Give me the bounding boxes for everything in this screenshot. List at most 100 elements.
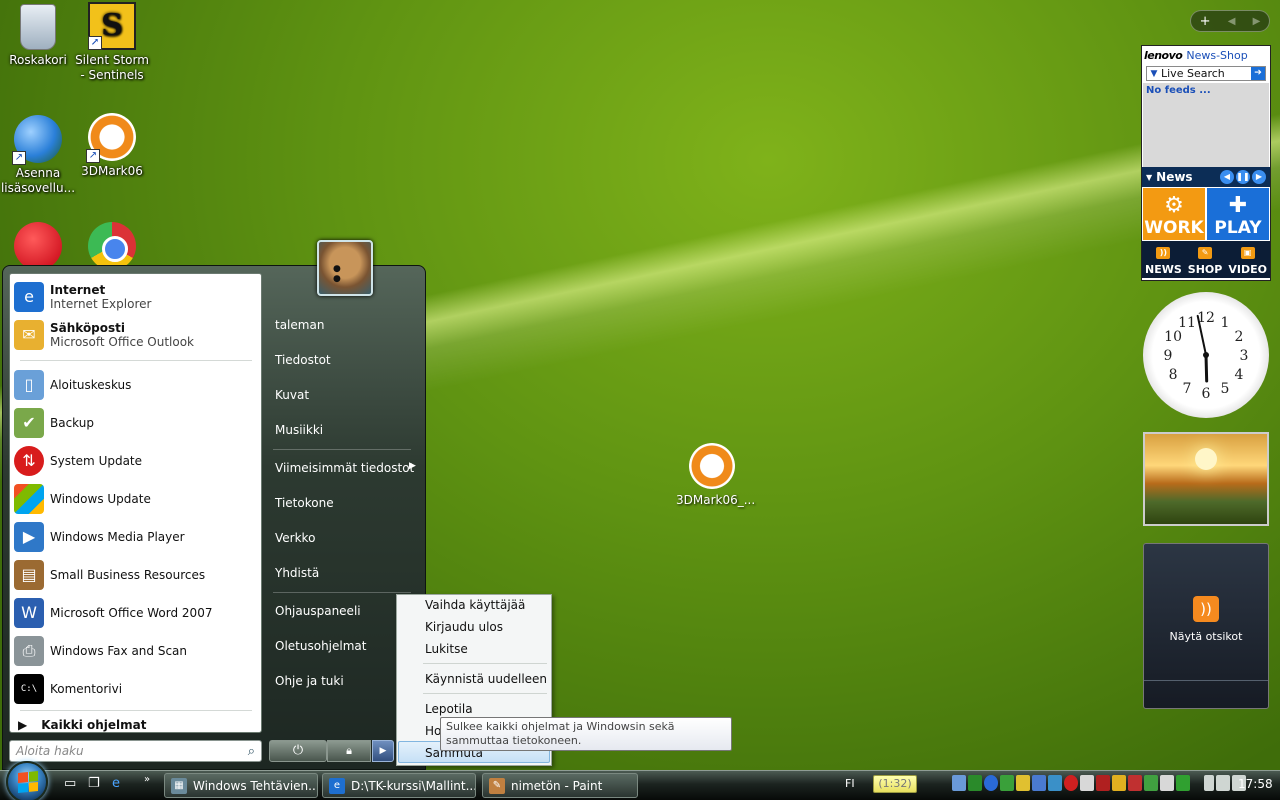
- command-prompt-icon: C:\: [14, 674, 44, 704]
- right-item-help[interactable]: Ohje ja tuki: [275, 674, 344, 688]
- menu-item-log-off[interactable]: Kirjaudu ulos: [425, 620, 503, 634]
- tray-app-icon[interactable]: [1000, 775, 1014, 791]
- desktop-icon-recycle-bin[interactable]: Roskakori: [0, 4, 76, 68]
- taskbar-button-explorer[interactable]: e D:\TK-kurssi\Mallint...: [322, 773, 476, 798]
- quick-launch-more-icon[interactable]: »: [144, 774, 150, 792]
- desktop-icon-3dmark[interactable]: ↗ 3DMark06: [74, 113, 150, 179]
- list-item-aloituskeskus[interactable]: ▯ Aloituskeskus: [14, 368, 131, 402]
- feeds-area: No feeds ...: [1143, 83, 1269, 167]
- right-item-connect[interactable]: Yhdistä: [275, 566, 319, 580]
- slideshow-gadget[interactable]: [1143, 432, 1269, 526]
- rewind-icon[interactable]: ◀: [1220, 170, 1234, 184]
- word-icon: W: [14, 598, 44, 628]
- tray-app-icon[interactable]: [1048, 775, 1062, 791]
- live-search-box[interactable]: ▼ Live Search ➔: [1146, 66, 1266, 81]
- right-item-documents[interactable]: Tiedostot: [275, 353, 331, 367]
- right-item-computer[interactable]: Tietokone: [275, 496, 334, 510]
- tray-app-icon[interactable]: [1016, 775, 1030, 791]
- start-button[interactable]: [6, 761, 48, 800]
- rss-icon: )): [1193, 596, 1219, 622]
- pinned-email[interactable]: ✉ Sähköposti Microsoft Office Outlook: [14, 316, 194, 354]
- all-programs-label: Kaikki ohjelmat: [41, 718, 147, 732]
- tray-app-icon[interactable]: [1064, 775, 1078, 791]
- right-item-default-programs[interactable]: Oletusohjelmat: [275, 639, 366, 653]
- lock-button[interactable]: 🔒︎: [327, 740, 371, 762]
- network-icon[interactable]: [1216, 775, 1230, 791]
- list-item-fax-scan[interactable]: ⎙ Windows Fax and Scan: [14, 634, 187, 668]
- add-gadget-icon[interactable]: +: [1200, 14, 1211, 29]
- next-icon[interactable]: ▶: [1253, 16, 1261, 27]
- list-item-small-business[interactable]: ▤ Small Business Resources: [14, 558, 205, 592]
- feed-headlines-gadget[interactable]: )) Näytä otsikot: [1143, 543, 1269, 709]
- tray-app-icon[interactable]: [1160, 775, 1174, 791]
- tray-app-icon[interactable]: [1096, 775, 1110, 791]
- start-search-input[interactable]: Aloita haku ⌕: [9, 740, 262, 762]
- right-item-recent-files[interactable]: Viimeisimmät tiedostot ▶: [275, 461, 416, 475]
- show-desktop-icon[interactable]: ▭: [64, 776, 76, 794]
- shop-link[interactable]: ✎ SHOP: [1188, 247, 1222, 276]
- pinned-internet[interactable]: e Internet Internet Explorer: [14, 278, 151, 316]
- show-headlines-label[interactable]: Näytä otsikot: [1144, 630, 1268, 643]
- language-indicator[interactable]: FI: [845, 777, 855, 790]
- list-item-media-player[interactable]: ▶ Windows Media Player: [14, 520, 185, 554]
- list-item-backup[interactable]: ✔ Backup: [14, 406, 94, 440]
- menu-item-lock[interactable]: Lukitse: [425, 642, 468, 656]
- menu-item-sleep[interactable]: Lepotila: [425, 702, 473, 716]
- chevron-right-icon: ▶: [379, 746, 387, 756]
- menu-item-hibernate[interactable]: Ho: [425, 724, 441, 738]
- shutdown-options-button[interactable]: ▶: [372, 740, 394, 762]
- dropdown-icon[interactable]: ▼: [1146, 173, 1152, 182]
- internet-explorer-quick-icon[interactable]: e: [112, 776, 120, 794]
- clock-gadget[interactable]: 12 1 2 3 4 5 6 7 8 9 10 11: [1143, 292, 1269, 418]
- play-tile[interactable]: ✚ PLAY: [1206, 187, 1270, 241]
- pause-icon[interactable]: ❚❚: [1236, 170, 1250, 184]
- program-label: Komentorivi: [50, 682, 123, 696]
- tray-app-icon[interactable]: [1144, 775, 1158, 791]
- tray-app-icon[interactable]: [984, 775, 998, 791]
- tray-app-icon[interactable]: [1176, 775, 1190, 791]
- desktop-icon-label: 3DMark06_...: [676, 493, 756, 507]
- all-programs-button[interactable]: ▶ Kaikki ohjelmat: [18, 718, 147, 732]
- previous-icon[interactable]: ◀: [1228, 16, 1236, 27]
- taskbar-button-paint[interactable]: ✎ nimetön - Paint: [482, 773, 638, 798]
- tray-app-icon[interactable]: [1080, 775, 1094, 791]
- list-item-command-prompt[interactable]: C:\ Komentorivi: [14, 672, 122, 706]
- program-label: Aloituskeskus: [50, 378, 132, 392]
- list-item-system-update[interactable]: ⇅ System Update: [14, 444, 142, 478]
- desktop-icon-silent-storm[interactable]: S ↗ Silent Storm - Sentinels: [74, 2, 150, 83]
- tray-app-icon[interactable]: [1112, 775, 1126, 791]
- dropdown-icon[interactable]: ▼: [1147, 69, 1161, 79]
- work-tile[interactable]: ⚙ WORK: [1142, 187, 1206, 241]
- right-item-user[interactable]: taleman: [275, 318, 324, 332]
- right-item-pictures[interactable]: Kuvat: [275, 388, 309, 402]
- right-item-network[interactable]: Verkko: [275, 531, 315, 545]
- switch-windows-icon[interactable]: ❐: [88, 776, 100, 794]
- right-item-music[interactable]: Musiikki: [275, 423, 323, 437]
- tray-app-icon[interactable]: [1032, 775, 1046, 791]
- list-item-windows-update[interactable]: Windows Update: [14, 482, 151, 516]
- desktop-icon-install-apps[interactable]: ↗ Asenna lisäsovellu...: [0, 115, 76, 196]
- tray-app-icon[interactable]: [1128, 775, 1142, 791]
- power-button[interactable]: ⏻: [269, 740, 327, 762]
- tray-app-icon[interactable]: [952, 775, 966, 791]
- news-link[interactable]: )) NEWS: [1145, 247, 1182, 276]
- list-item-word[interactable]: W Microsoft Office Word 2007: [14, 596, 212, 630]
- taskbar-button-task-manager[interactable]: ▦ Windows Tehtävien...: [164, 773, 318, 798]
- battery-icon[interactable]: [1204, 775, 1214, 791]
- video-link[interactable]: ▣ VIDEO: [1228, 247, 1267, 276]
- search-icon[interactable]: ⌕: [248, 744, 255, 759]
- sidebar-controls[interactable]: + ◀ ▶: [1190, 10, 1270, 32]
- clock-time[interactable]: 17:58: [1238, 777, 1273, 791]
- menu-item-restart[interactable]: Käynnistä uudelleen: [425, 672, 547, 686]
- user-avatar[interactable]: ● ●: [317, 240, 373, 296]
- pinned-title: Internet: [50, 283, 106, 297]
- battery-indicator[interactable]: (1:32): [873, 775, 917, 793]
- forward-icon[interactable]: ▶: [1252, 170, 1266, 184]
- desktop-icon-3dmark-file[interactable]: 3DMark06_...: [676, 443, 756, 507]
- desktop-icon-label: Silent Storm - Sentinels: [75, 53, 149, 82]
- right-item-control-panel[interactable]: Ohjauspaneeli: [275, 604, 361, 618]
- menu-item-switch-user[interactable]: Vaihda käyttäjää: [425, 598, 525, 612]
- lenovo-news-gadget[interactable]: lenovo News-Shop ▼ Live Search ➔ No feed…: [1141, 45, 1271, 281]
- go-icon[interactable]: ➔: [1251, 67, 1265, 80]
- tray-app-icon[interactable]: [968, 775, 982, 791]
